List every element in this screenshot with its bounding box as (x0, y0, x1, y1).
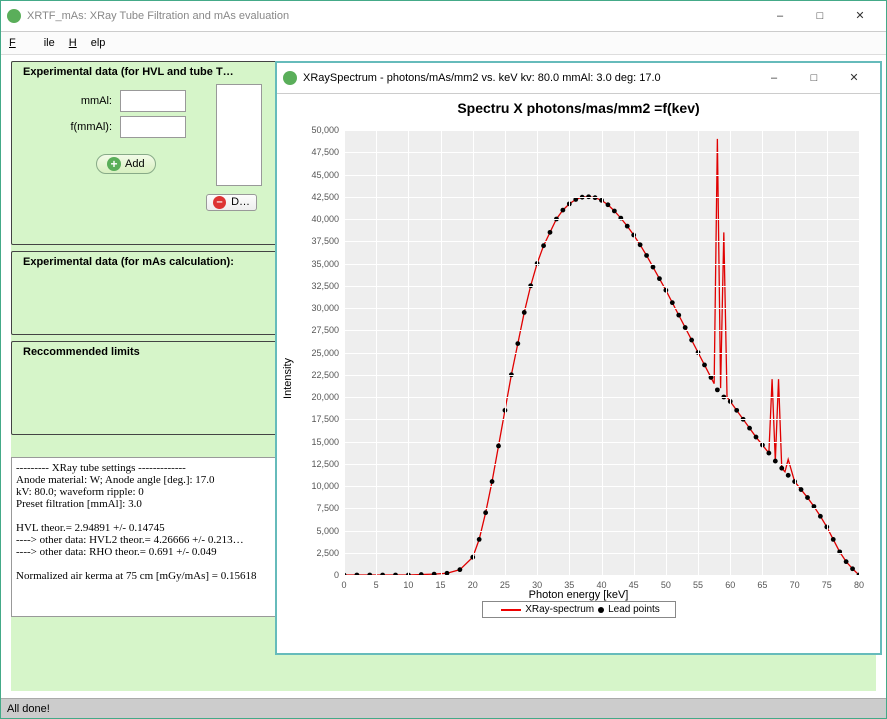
chart-area: Intensity Photon energy [keV] 02,5005,00… (298, 120, 859, 595)
chart-y-tick: 37,500 (311, 236, 339, 246)
fmmAl-label: f(mmAl): (40, 121, 112, 133)
exp-mas-legend: Experimental data (for mAs calculation): (20, 256, 237, 268)
chart-gridline-v (408, 130, 409, 575)
chart-y-tick: 10,000 (311, 481, 339, 491)
main-title: XRTF_mAs: XRay Tube Filtration and mAs e… (27, 10, 760, 22)
chart-body: Spectru X photons/mas/mm2 =f(kev) Intens… (277, 94, 880, 626)
mmAl-label: mmAl: (40, 95, 112, 107)
chart-x-tick: 20 (468, 580, 478, 590)
chart-y-tick: 15,000 (311, 437, 339, 447)
chart-gridline-v (344, 130, 345, 575)
chart-y-axis-label: Intensity (282, 358, 294, 399)
chart-y-tick: 45,000 (311, 170, 339, 180)
chart-gridline-v (569, 130, 570, 575)
chart-window-title: XRaySpectrum - photons/mAs/mm2 vs. keV k… (303, 72, 754, 84)
chart-x-tick: 80 (854, 580, 864, 590)
chart-legend: XRay-spectrum Lead points (482, 601, 676, 618)
legend-line-label: XRay-spectrum (525, 604, 594, 615)
menu-file[interactable]: File (9, 37, 55, 49)
delete-button[interactable]: – D… (206, 194, 257, 211)
chart-y-tick: 47,500 (311, 147, 339, 157)
legend-line-swatch (501, 609, 521, 611)
chart-y-tick: 2,500 (316, 548, 339, 558)
chart-x-tick: 60 (725, 580, 735, 590)
chart-y-tick: 50,000 (311, 125, 339, 135)
chart-gridline-v (505, 130, 506, 575)
chart-gridline-v (376, 130, 377, 575)
chart-x-tick: 35 (564, 580, 574, 590)
chart-gridline-v (441, 130, 442, 575)
chart-y-tick: 5,000 (316, 526, 339, 536)
chart-y-tick: 0 (334, 570, 339, 580)
chart-y-tick: 27,500 (311, 325, 339, 335)
exp-hvl-legend: Experimental data (for HVL and tube T… (20, 66, 237, 78)
chart-y-tick: 12,500 (311, 459, 339, 469)
chart-x-tick: 15 (436, 580, 446, 590)
main-minimize-button[interactable]: – (760, 4, 800, 28)
chart-maximize-button[interactable]: □ (794, 66, 834, 90)
chart-gridline-v (730, 130, 731, 575)
chart-y-tick: 42,500 (311, 192, 339, 202)
chart-gridline-v (795, 130, 796, 575)
chart-gridline-v (698, 130, 699, 575)
chart-x-tick: 40 (596, 580, 606, 590)
chart-x-tick: 65 (757, 580, 767, 590)
chart-y-tick: 35,000 (311, 259, 339, 269)
chart-x-tick: 0 (341, 580, 346, 590)
chart-gridline-v (762, 130, 763, 575)
chart-title: Spectru X photons/mas/mm2 =f(kev) (285, 100, 872, 116)
chart-gridline-v (859, 130, 860, 575)
chart-close-button[interactable]: ✕ (834, 66, 874, 90)
chart-window: XRaySpectrum - photons/mAs/mm2 vs. keV k… (275, 61, 882, 655)
chart-gridline-v (827, 130, 828, 575)
menubar: File Help (1, 32, 886, 55)
mmAl-input[interactable] (120, 90, 186, 112)
chart-y-tick: 20,000 (311, 392, 339, 402)
legend-dot-label: Lead points (608, 604, 660, 615)
status-bar: All done! (1, 698, 886, 718)
minus-icon: – (213, 196, 226, 209)
chart-x-tick: 25 (500, 580, 510, 590)
main-close-button[interactable]: ✕ (840, 4, 880, 28)
chart-gridline-v (666, 130, 667, 575)
fmmAl-input[interactable] (120, 116, 186, 138)
chart-gridline-v (537, 130, 538, 575)
chart-gridline-v (602, 130, 603, 575)
app-icon (7, 9, 21, 23)
chart-x-tick: 70 (790, 580, 800, 590)
chart-x-tick: 75 (822, 580, 832, 590)
chart-y-tick: 32,500 (311, 281, 339, 291)
chart-x-tick: 5 (374, 580, 379, 590)
chart-y-tick: 40,000 (311, 214, 339, 224)
chart-x-tick: 55 (693, 580, 703, 590)
limits-legend: Reccommended limits (20, 346, 143, 358)
chart-y-tick: 25,000 (311, 348, 339, 358)
chart-gridline-v (473, 130, 474, 575)
chart-x-tick: 50 (661, 580, 671, 590)
chart-x-tick: 10 (403, 580, 413, 590)
chart-x-tick: 30 (532, 580, 542, 590)
menu-help[interactable]: Help (69, 37, 106, 49)
plus-icon: + (107, 157, 121, 171)
chart-x-tick: 45 (629, 580, 639, 590)
main-titlebar[interactable]: XRTF_mAs: XRay Tube Filtration and mAs e… (1, 1, 886, 32)
chart-minimize-button[interactable]: – (754, 66, 794, 90)
data-list[interactable] (216, 84, 262, 186)
legend-dot-swatch (598, 607, 604, 613)
chart-app-icon (283, 71, 297, 85)
main-maximize-button[interactable]: □ (800, 4, 840, 28)
chart-titlebar[interactable]: XRaySpectrum - photons/mAs/mm2 vs. keV k… (277, 63, 880, 94)
chart-y-tick: 30,000 (311, 303, 339, 313)
add-button[interactable]: + Add (96, 154, 156, 174)
chart-y-tick: 17,500 (311, 414, 339, 424)
chart-y-tick: 22,500 (311, 370, 339, 380)
chart-x-axis-label: Photon energy [keV] (529, 589, 629, 601)
chart-gridline-v (634, 130, 635, 575)
chart-gridline-h (344, 575, 859, 576)
chart-y-tick: 7,500 (316, 503, 339, 513)
